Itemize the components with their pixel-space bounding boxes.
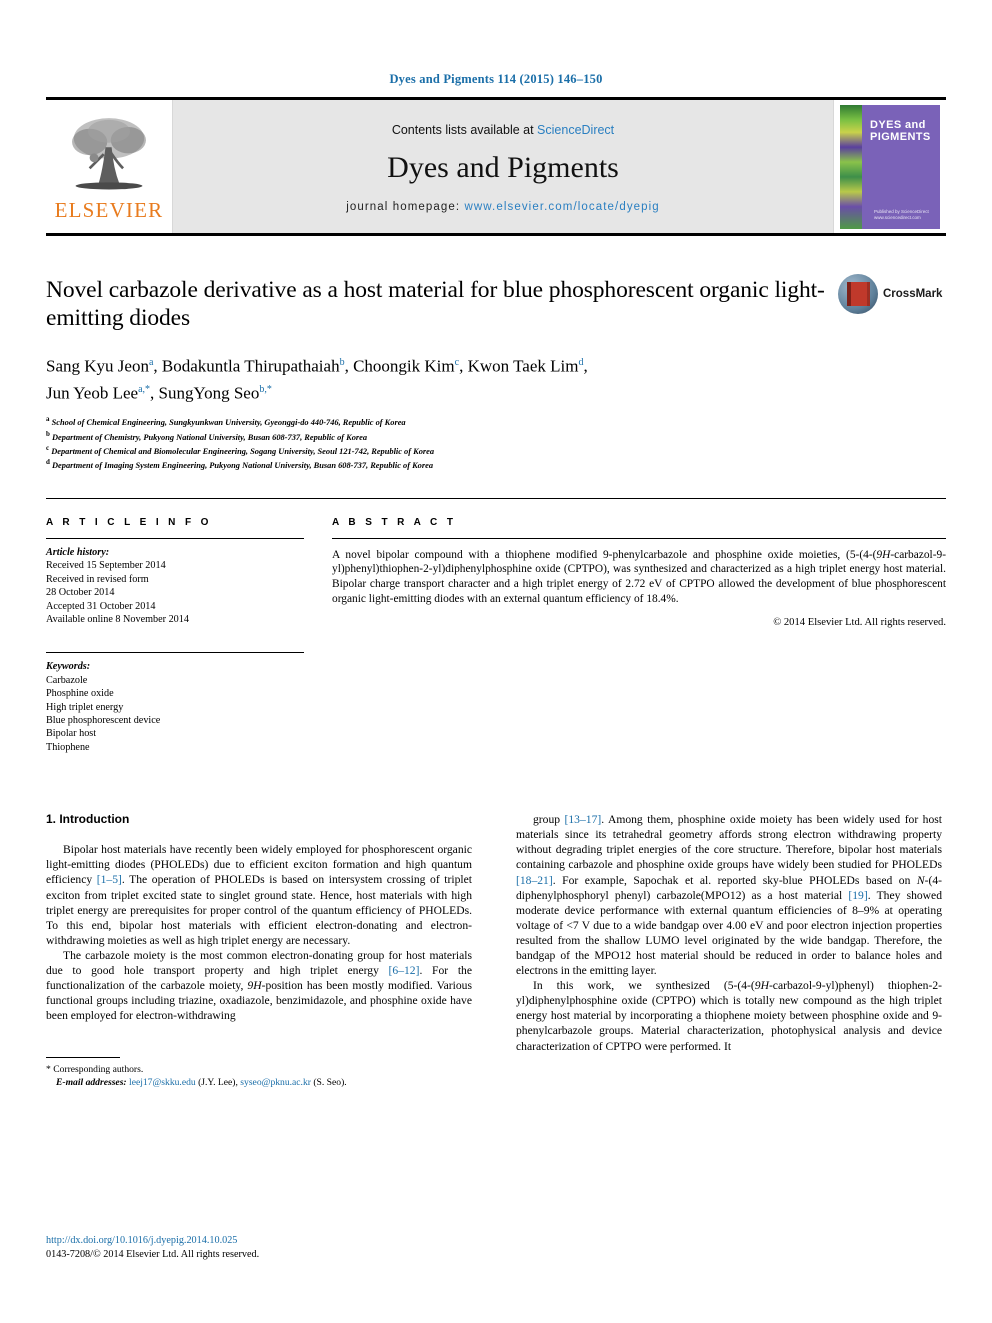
journal-title: Dyes and Pigments [387,150,619,184]
page-footer: http://dx.doi.org/10.1016/j.dyepig.2014.… [46,1234,259,1261]
history-label: Article history: [46,546,110,558]
crossmark-book-glyph [846,282,870,306]
keywords-block: Keywords: Carbazole Phosphine oxide High… [46,660,304,754]
history-item-received: Received 15 September 2014 [46,560,166,572]
affiliation-c: c Department of Chemical and Biomolecula… [46,444,435,456]
affiliation-a: a School of Chemical Engineering, Sungky… [46,415,406,428]
article-info-column: A R T I C L E I N F O Article history: R… [46,517,304,754]
journal-masthead: ELSEVIER Contents lists available at Sci… [46,97,946,236]
cover-publisher-mark: Published by ScienceDirect www.sciencedi… [874,208,929,220]
article-info-rule [46,537,304,539]
email-owner-lee: (J.Y. Lee), [198,1077,238,1089]
intro-paragraph-1: Bipolar host materials have recently bee… [46,843,472,947]
abstract-column: A B S T R A C T A novel bipolar compound… [304,517,946,754]
title-block: CrossMark Novel carbazole derivative as … [46,274,946,472]
section-heading-introduction: 1. Introduction [46,812,130,827]
crossmark-label: CrossMark [883,288,943,300]
abstract-copyright: © 2014 Elsevier Ltd. All rights reserved… [773,617,946,629]
homepage-url-link[interactable]: www.elsevier.com/locate/dyepig [464,201,659,213]
intro-paragraph-2: The carbazole moiety is the most common … [46,948,472,1023]
email-owner-seo: (S. Seo). [313,1077,347,1089]
intro-paragraph-3: group [13–17]. Among them, phosphine oxi… [516,813,942,978]
keyword-blue-phosphorescent-device: Blue phosphorescent device [46,714,161,726]
cover-title: DYES and PIGMENTS [870,118,931,143]
history-item-accepted: Accepted 31 October 2014 [46,600,156,612]
footnote-rule [46,1057,120,1059]
elsevier-tree-icon [72,118,146,190]
body-columns: 1. Introduction Bipolar host materials h… [46,812,946,1089]
running-head: Dyes and Pigments 114 (2015) 146–150 [389,72,603,86]
abstract-heading: A B S T R A C T [332,516,457,528]
crossmark-badge[interactable]: CrossMark [838,274,946,314]
cover-art-strip [840,104,862,229]
journal-cover-thumbnail: DYES and PIGMENTS Published by ScienceDi… [840,104,940,229]
elsevier-wordmark: ELSEVIER [54,198,164,222]
contents-line: Contents lists available at ScienceDirec… [392,123,614,137]
affiliation-d: d Department of Imaging System Engineeri… [46,458,434,471]
info-abstract-section: A R T I C L E I N F O Article history: R… [46,497,946,754]
keywords-label: Keywords: [46,661,91,673]
intro-paragraph-4: In this work, we synthesized (5-(4-(9H-c… [516,979,942,1053]
affiliation-b: b Department of Chemistry, Pukyong Natio… [46,429,368,442]
sciencedirect-link[interactable]: ScienceDirect [537,123,614,137]
corresponding-author-footnote: * Corresponding authors. E-mail addresse… [46,1057,472,1089]
keyword-thiophene: Thiophene [46,741,90,753]
journal-homepage-line: journal homepage: www.elsevier.com/locat… [346,201,660,213]
masthead-cover-area: DYES and PIGMENTS Published by ScienceDi… [833,100,946,233]
corresponding-authors-note: * Corresponding authors. [46,1064,144,1076]
body-column-left: 1. Introduction Bipolar host materials h… [46,812,472,1089]
article-history: Article history: Received 15 September 2… [46,546,304,626]
body-column-right: group [13–17]. Among them, phosphine oxi… [516,812,942,1089]
email-label: E-mail addresses: [56,1077,127,1089]
abstract-rule [332,537,946,539]
author-line-1: Sang Kyu Jeona, Bodakuntla Thirupathaiah… [46,356,588,376]
email-link-seo[interactable]: syseo@pknu.ac.kr [240,1077,311,1088]
keyword-high-triplet-energy: High triplet energy [46,701,124,713]
doi-link[interactable]: http://dx.doi.org/10.1016/j.dyepig.2014.… [46,1234,259,1247]
keywords-rule [46,652,304,654]
article-info-heading: A R T I C L E I N F O [46,516,212,528]
affiliations: a School of Chemical Engineering, Sungky… [46,414,946,472]
author-line-2: Jun Yeob Leea,*, SungYong Seob,* [46,383,272,403]
email-addresses-line: E-mail addresses: leej17@skku.edu (J.Y. … [46,1076,472,1089]
masthead-center: Contents lists available at ScienceDirec… [173,100,833,233]
email-link-lee[interactable]: leej17@skku.edu [129,1077,196,1088]
article-page: Dyes and Pigments 114 (2015) 146–150 ELS… [0,0,992,1323]
abstract-text: A novel bipolar compound with a thiophen… [332,548,946,605]
homepage-label: journal homepage: [346,200,465,213]
history-item-revised-date: 28 October 2014 [46,587,115,599]
keyword-phosphine-oxide: Phosphine oxide [46,688,114,700]
keyword-bipolar-host: Bipolar host [46,728,97,740]
keyword-carbazole: Carbazole [46,674,88,686]
elsevier-logo: ELSEVIER [46,100,173,233]
crossmark-icon [838,274,878,314]
page-title: Novel carbazole derivative as a host mat… [46,277,825,331]
author-list: Sang Kyu Jeona, Bodakuntla Thirupathaiah… [46,351,836,404]
history-item-online: Available online 8 November 2014 [46,613,189,625]
contents-prefix: Contents lists available at [391,122,538,137]
issn-copyright-line: 0143-7208/© 2014 Elsevier Ltd. All right… [46,1248,260,1260]
history-item-revised: Received in revised form [46,573,149,585]
